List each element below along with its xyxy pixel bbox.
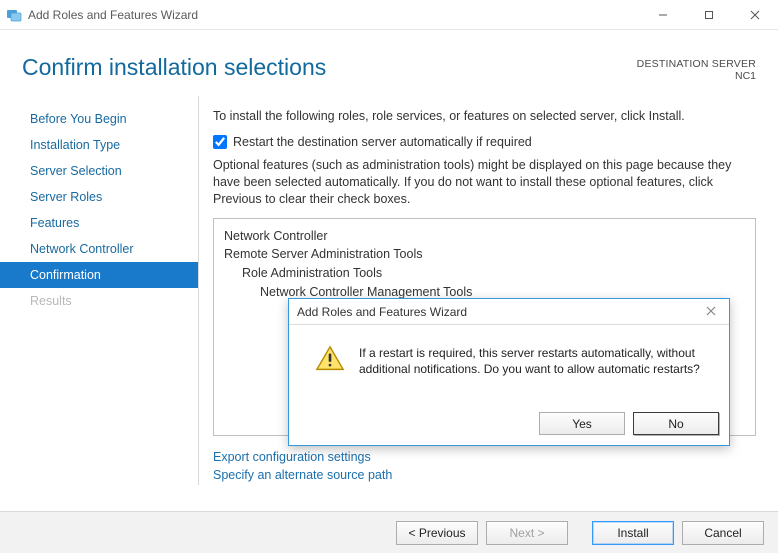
- destination-server: DESTINATION SERVER NC1: [637, 54, 756, 82]
- nav-before-you-begin[interactable]: Before You Begin: [0, 106, 198, 132]
- close-button[interactable]: [732, 0, 778, 29]
- install-button[interactable]: Install: [592, 521, 674, 545]
- app-icon: [6, 7, 22, 23]
- yes-button[interactable]: Yes: [539, 412, 625, 435]
- wizard-nav: Before You Begin Installation Type Serve…: [0, 96, 198, 485]
- intro-text: To install the following roles, role ser…: [213, 108, 756, 125]
- previous-button[interactable]: < Previous: [396, 521, 478, 545]
- destination-name: NC1: [637, 70, 756, 82]
- page-header: Confirm installation selections DESTINAT…: [0, 30, 778, 82]
- feature-item: Network Controller: [224, 227, 745, 246]
- restart-checkbox[interactable]: [213, 135, 227, 149]
- destination-label: DESTINATION SERVER: [637, 58, 756, 70]
- dialog-close-icon[interactable]: [701, 305, 721, 319]
- dialog-buttons: Yes No: [539, 412, 719, 435]
- nav-confirmation[interactable]: Confirmation: [0, 262, 198, 288]
- restart-checkbox-label: Restart the destination server automatic…: [233, 135, 532, 149]
- window-controls: [640, 0, 778, 29]
- nav-features[interactable]: Features: [0, 210, 198, 236]
- window-title: Add Roles and Features Wizard: [28, 8, 640, 22]
- no-button[interactable]: No: [633, 412, 719, 435]
- nav-network-controller[interactable]: Network Controller: [0, 236, 198, 262]
- dialog-titlebar: Add Roles and Features Wizard: [289, 299, 729, 325]
- nav-server-selection[interactable]: Server Selection: [0, 158, 198, 184]
- restart-confirm-dialog: Add Roles and Features Wizard If a resta…: [288, 298, 730, 446]
- page-title: Confirm installation selections: [22, 54, 326, 82]
- feature-item: Role Administration Tools: [224, 264, 745, 283]
- restart-checkbox-row: Restart the destination server automatic…: [213, 135, 756, 149]
- cancel-button[interactable]: Cancel: [682, 521, 764, 545]
- nav-installation-type[interactable]: Installation Type: [0, 132, 198, 158]
- maximize-button[interactable]: [686, 0, 732, 29]
- window-titlebar: Add Roles and Features Wizard: [0, 0, 778, 30]
- alternate-source-link[interactable]: Specify an alternate source path: [213, 466, 756, 485]
- next-button: Next >: [486, 521, 568, 545]
- minimize-button[interactable]: [640, 0, 686, 29]
- nav-results: Results: [0, 288, 198, 314]
- optional-note: Optional features (such as administratio…: [213, 157, 756, 208]
- config-links: Export configuration settings Specify an…: [213, 448, 756, 486]
- warning-icon: [315, 345, 345, 373]
- wizard-footer: < Previous Next > Install Cancel: [0, 511, 778, 553]
- nav-server-roles[interactable]: Server Roles: [0, 184, 198, 210]
- dialog-message: If a restart is required, this server re…: [359, 345, 709, 377]
- dialog-title: Add Roles and Features Wizard: [297, 305, 701, 319]
- dialog-body: If a restart is required, this server re…: [289, 325, 729, 377]
- export-config-link[interactable]: Export configuration settings: [213, 448, 756, 467]
- feature-item: Remote Server Administration Tools: [224, 245, 745, 264]
